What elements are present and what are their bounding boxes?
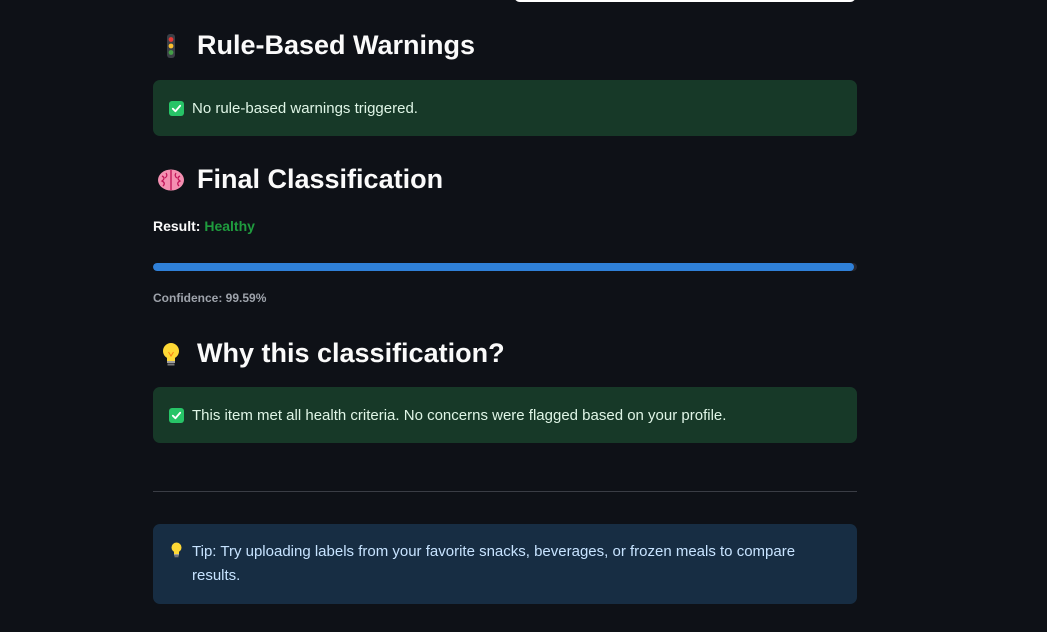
explanation-success-alert: This item met all health criteria. No co… xyxy=(153,387,857,443)
result-value: Healthy xyxy=(204,218,255,234)
tip-info-alert: Tip: Try uploading labels from your favo… xyxy=(153,524,857,604)
result-label: Result: xyxy=(153,218,201,234)
confidence-text: Confidence: 99.59% xyxy=(153,291,267,305)
confidence-progress-fill xyxy=(153,263,855,271)
text-input-bottom-edge[interactable] xyxy=(514,0,856,2)
light-bulb-icon xyxy=(169,541,184,559)
light-bulb-icon xyxy=(156,339,186,369)
page: Rule-Based Warnings No rule-based warnin… xyxy=(0,0,1047,632)
classification-heading-text: Final Classification xyxy=(197,164,444,194)
confidence-progress-bar xyxy=(153,263,857,271)
tip-text: Tip: Try uploading labels from your favo… xyxy=(192,543,796,584)
warnings-message: No rule-based warnings triggered. xyxy=(192,99,418,117)
warnings-heading: Rule-Based Warnings xyxy=(156,30,475,61)
traffic-light-icon xyxy=(156,31,186,61)
explanation-heading-text: Why this classification? xyxy=(197,338,505,368)
brain-icon xyxy=(156,165,186,195)
explanation-message: This item met all health criteria. No co… xyxy=(192,406,727,424)
explanation-heading: Why this classification? xyxy=(156,338,505,369)
check-mark-icon xyxy=(169,407,184,423)
check-mark-icon xyxy=(169,100,184,116)
divider xyxy=(153,491,857,492)
result-line: Result: Healthy xyxy=(153,218,255,234)
warnings-heading-text: Rule-Based Warnings xyxy=(197,30,476,60)
classification-heading: Final Classification xyxy=(156,164,443,195)
warnings-success-alert: No rule-based warnings triggered. xyxy=(153,80,857,136)
